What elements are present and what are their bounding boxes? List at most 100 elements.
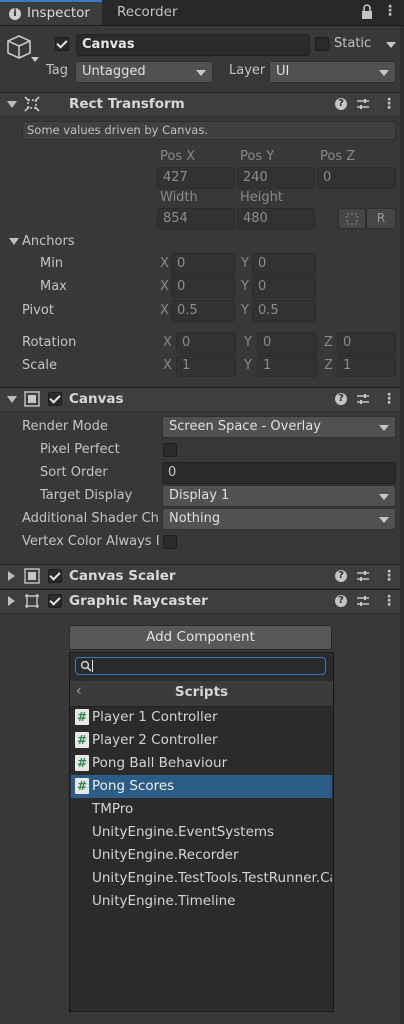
rect-transform-header[interactable]: Rect Transform ? ⋮: [0, 92, 404, 117]
list-item[interactable]: # Player 1 Controller: [71, 706, 332, 729]
component-menu-icon[interactable]: ⋮: [382, 590, 396, 612]
axis-x-label: X: [160, 279, 169, 294]
tag-dropdown[interactable]: Untagged: [75, 61, 213, 83]
min-label: Min: [40, 256, 64, 271]
lock-icon[interactable]: [360, 4, 374, 24]
tab-recorder[interactable]: Recorder: [106, 0, 196, 25]
scale-x-field[interactable]: 1: [176, 355, 236, 377]
pos-x-field[interactable]: 427: [157, 167, 235, 189]
list-item[interactable]: TMPro: [71, 798, 332, 821]
tab-inspector[interactable]: i Inspector: [0, 0, 102, 25]
pos-y-label: Pos Y: [240, 149, 275, 164]
target-display-value: Display 1: [169, 488, 230, 503]
pos-y-field[interactable]: 240: [237, 167, 315, 189]
pixel-perfect-label: Pixel Perfect: [40, 442, 120, 457]
anchor-min-y-field[interactable]: 0: [252, 253, 316, 275]
layer-dropdown[interactable]: UI: [269, 61, 396, 83]
anchor-max-y-field[interactable]: 0: [252, 276, 316, 298]
axis-y-label: Y: [244, 335, 252, 350]
help-icon[interactable]: ?: [335, 570, 347, 582]
canvas-enabled-checkbox[interactable]: [48, 392, 62, 406]
foldout-closed-icon[interactable]: [8, 571, 15, 581]
foldout-closed-icon[interactable]: [8, 596, 15, 606]
pivot-y-field[interactable]: 0.5: [252, 300, 316, 322]
preset-sliders-icon[interactable]: [356, 594, 370, 612]
list-item-label: UnityEngine.Recorder: [92, 847, 239, 863]
list-item[interactable]: # Pong Ball Behaviour: [71, 752, 332, 775]
preset-sliders-icon[interactable]: [356, 569, 370, 587]
pos-z-field[interactable]: 0: [317, 167, 396, 189]
canvas-component-header[interactable]: Canvas ? ⋮: [0, 387, 404, 412]
list-item-label: Player 1 Controller: [92, 709, 218, 725]
list-item[interactable]: UnityEngine.TestTools.TestRunner.Ca: [71, 867, 332, 890]
vertex-color-checkbox[interactable]: [163, 535, 177, 549]
icon-dropdown-caret[interactable]: [31, 57, 39, 62]
tab-inspector-label: Inspector: [27, 5, 90, 21]
pixel-perfect-checkbox[interactable]: [163, 443, 177, 457]
pivot-x-field[interactable]: 0.5: [171, 300, 235, 322]
list-item[interactable]: UnityEngine.Timeline: [71, 890, 332, 913]
foldout-open-icon[interactable]: [7, 101, 17, 108]
help-icon[interactable]: ?: [335, 98, 347, 110]
static-dropdown-caret[interactable]: [386, 42, 396, 48]
component-menu-icon[interactable]: ⋮: [382, 565, 396, 587]
foldout-open-icon[interactable]: [7, 396, 17, 403]
list-item[interactable]: UnityEngine.EventSystems: [71, 821, 332, 844]
component-menu-icon[interactable]: ⋮: [382, 93, 396, 115]
scrollbar[interactable]: [400, 26, 404, 1024]
help-icon[interactable]: ?: [335, 393, 347, 405]
anchor-max-x-field[interactable]: 0: [171, 276, 235, 298]
tag-value: Untagged: [82, 64, 146, 79]
vertex-color-label: Vertex Color Always I: [22, 534, 160, 549]
component-menu-icon[interactable]: ⋮: [382, 388, 396, 410]
anchor-min-x-field[interactable]: 0: [171, 253, 235, 275]
active-checkbox[interactable]: [55, 37, 69, 51]
width-field[interactable]: 854: [157, 208, 235, 230]
render-mode-dropdown[interactable]: Screen Space - Overlay: [162, 416, 396, 438]
canvas-scaler-header[interactable]: Canvas Scaler ? ⋮: [0, 564, 404, 589]
shader-channels-value: Nothing: [169, 511, 221, 526]
canvas-scaler-enabled-checkbox[interactable]: [48, 569, 62, 583]
static-label: Static: [334, 36, 372, 51]
sort-order-field[interactable]: 0: [162, 462, 396, 484]
rotation-x-field[interactable]: 0: [176, 332, 236, 354]
anchors-foldout-icon[interactable]: [9, 238, 19, 245]
width-label: Width: [160, 190, 198, 205]
list-item[interactable]: UnityEngine.Recorder: [71, 844, 332, 867]
scale-z-field[interactable]: 1: [337, 355, 396, 377]
help-icon[interactable]: ?: [335, 595, 347, 607]
axis-y-label: Y: [244, 358, 252, 373]
height-field[interactable]: 480: [237, 208, 315, 230]
scale-y-field[interactable]: 1: [257, 355, 317, 377]
graphic-raycaster-enabled-checkbox[interactable]: [48, 594, 62, 608]
target-display-label: Target Display: [40, 488, 133, 503]
pos-z-label: Pos Z: [320, 149, 356, 164]
scripts-title: Scripts: [174, 684, 229, 700]
preset-sliders-icon[interactable]: [356, 392, 370, 410]
graphic-raycaster-header[interactable]: Graphic Raycaster ? ⋮: [0, 589, 404, 614]
raw-edit-button[interactable]: R: [366, 208, 396, 229]
static-checkbox[interactable]: [315, 37, 329, 51]
component-search-input[interactable]: [75, 657, 326, 675]
axis-y-label: Y: [241, 279, 249, 294]
pivot-label: Pivot: [22, 303, 54, 318]
preset-sliders-icon[interactable]: [356, 97, 370, 115]
anchors-label: Anchors: [22, 234, 75, 249]
list-item-label: TMPro: [92, 801, 134, 817]
list-item-label: Pong Scores: [92, 778, 175, 794]
axis-x-label: X: [160, 256, 169, 271]
target-display-dropdown[interactable]: Display 1: [162, 485, 396, 507]
rotation-y-field[interactable]: 0: [257, 332, 317, 354]
object-name-input[interactable]: Canvas: [76, 34, 310, 56]
list-item-selected[interactable]: # Pong Scores: [71, 775, 332, 798]
list-item[interactable]: # Player 2 Controller: [71, 729, 332, 752]
chevron-down-icon: [196, 70, 206, 76]
render-mode-value: Screen Space - Overlay: [169, 419, 321, 434]
add-component-button[interactable]: Add Component: [69, 625, 332, 650]
height-label: Height: [240, 190, 283, 205]
rotation-z-field[interactable]: 0: [337, 332, 396, 354]
scale-label: Scale: [22, 358, 57, 373]
blueprint-mode-button[interactable]: [338, 208, 366, 229]
kebab-menu-icon[interactable]: ⋮: [383, 0, 397, 22]
shader-channels-dropdown[interactable]: Nothing: [162, 508, 396, 530]
